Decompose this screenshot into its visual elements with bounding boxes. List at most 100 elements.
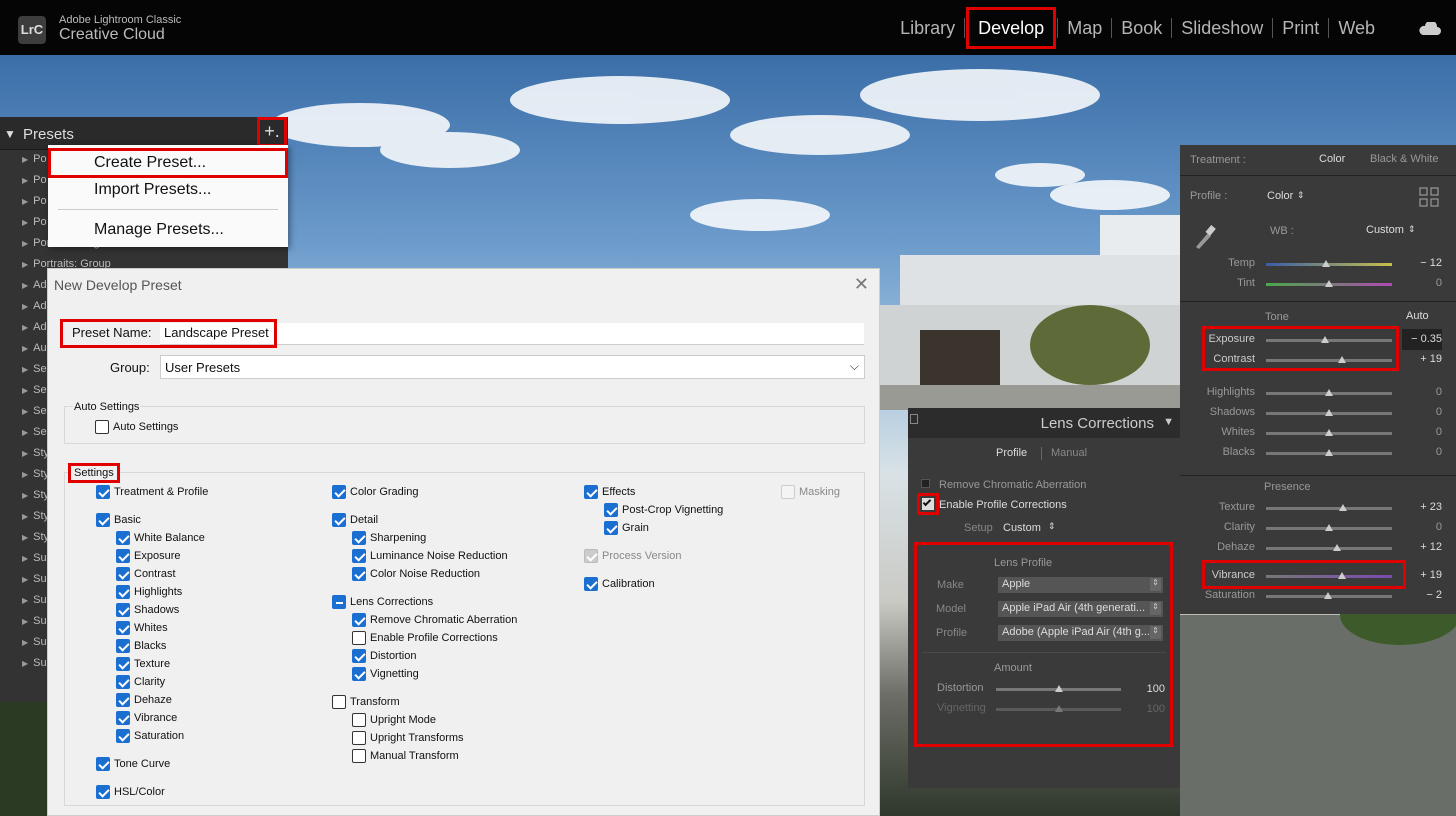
expand-triangle-icon[interactable]: ▶	[22, 197, 28, 206]
module-slideshow[interactable]: Slideshow	[1172, 10, 1272, 46]
slider-thumb[interactable]	[1322, 260, 1331, 267]
slider-thumb[interactable]	[1337, 356, 1346, 363]
expand-triangle-icon[interactable]: ▶	[22, 176, 28, 185]
checkbox-hsl-color[interactable]: HSL/Color	[96, 785, 165, 799]
checkbox-post-crop-vignetting[interactable]: Post-Crop Vignetting	[604, 503, 723, 517]
exposure-slider[interactable]	[1266, 336, 1392, 343]
contrast-slider[interactable]	[1266, 356, 1392, 363]
checkbox-white-balance[interactable]: White Balance	[116, 531, 205, 545]
slider-thumb[interactable]	[1325, 429, 1333, 436]
slider-thumb[interactable]	[1337, 572, 1346, 579]
slider-thumb[interactable]	[1054, 685, 1063, 692]
slider-thumb[interactable]	[1325, 280, 1333, 287]
slider-thumb[interactable]	[1325, 409, 1333, 416]
blacks-slider[interactable]	[1266, 449, 1392, 456]
checkbox-transform[interactable]: Transform	[332, 695, 400, 709]
module-web[interactable]: Web	[1329, 10, 1384, 46]
checkbox-remove-chromatic-aberration[interactable]: Remove Chromatic Aberration	[352, 613, 517, 627]
expand-triangle-icon[interactable]: ▶	[22, 428, 28, 437]
wb-value[interactable]: Custom	[1366, 224, 1404, 236]
slider-thumb[interactable]	[1325, 524, 1333, 531]
temp-slider[interactable]	[1266, 260, 1392, 267]
enable-profile-checkbox[interactable]	[917, 493, 939, 515]
module-book[interactable]: Book	[1112, 10, 1171, 46]
dehaze-value[interactable]: + 12	[1402, 541, 1442, 553]
setup-value[interactable]: Custom	[1003, 522, 1041, 534]
panel-toggle-icon[interactable]	[910, 414, 918, 424]
tab-manual[interactable]: Manual	[1051, 447, 1087, 459]
checkbox-upright-transforms[interactable]: Upright Transforms	[352, 731, 464, 745]
expand-triangle-icon[interactable]: ▶	[22, 386, 28, 395]
preset-group-item[interactable]: ▶ Sty	[22, 468, 49, 480]
module-develop[interactable]: Develop	[966, 7, 1057, 49]
highlights-slider[interactable]	[1266, 389, 1392, 396]
dehaze-slider[interactable]	[1266, 544, 1392, 551]
model-select[interactable]: Apple iPad Air (4th generati... ⇕	[998, 601, 1163, 617]
updown-icon[interactable]: ⇕	[1297, 190, 1305, 201]
temp-value[interactable]: − 12	[1402, 257, 1442, 269]
expand-triangle-icon[interactable]: ▶	[22, 302, 28, 311]
preset-group-item[interactable]: ▶ Se	[22, 384, 47, 396]
vibrance-slider[interactable]	[1266, 572, 1392, 579]
treatment-bw-option[interactable]: Black & White	[1370, 153, 1438, 165]
checkbox-color-grading[interactable]: Color Grading	[332, 485, 418, 499]
checkbox-vignetting[interactable]: Vignetting	[352, 667, 419, 681]
checkbox-sharpening[interactable]: Sharpening	[352, 531, 426, 545]
expand-triangle-icon[interactable]: ▶	[22, 491, 28, 500]
preset-group-item[interactable]: ▶ Su	[22, 615, 47, 627]
updown-icon[interactable]: ⇕	[1048, 521, 1056, 532]
checkbox-treatment-profile[interactable]: Treatment & Profile	[96, 485, 208, 499]
expand-triangle-icon[interactable]: ▶	[22, 659, 28, 668]
expand-triangle-icon[interactable]: ▶	[22, 323, 28, 332]
slider-thumb[interactable]	[1325, 389, 1333, 396]
preset-group-item[interactable]: ▶ Sty	[22, 447, 49, 459]
clarity-slider[interactable]	[1266, 524, 1392, 531]
profile-select[interactable]: Adobe (Apple iPad Air (4th g... ⇕	[998, 625, 1163, 641]
auto-settings-checkbox[interactable]: Auto Settings	[95, 420, 178, 434]
expand-triangle-icon[interactable]: ▶	[22, 407, 28, 416]
checkbox-grain[interactable]: Grain	[604, 521, 649, 535]
preset-group-item[interactable]: ▶ Po	[22, 153, 47, 165]
expand-triangle-icon[interactable]: ▶	[22, 512, 28, 521]
remove-ca-checkbox[interactable]	[921, 479, 930, 488]
whites-value[interactable]: 0	[1402, 426, 1442, 438]
expand-triangle-icon[interactable]: ▶	[22, 617, 28, 626]
expand-triangle-icon[interactable]: ▶	[22, 575, 28, 584]
slider-thumb[interactable]	[1332, 544, 1341, 551]
expand-triangle-icon[interactable]: ▶	[22, 533, 28, 542]
preset-group-item[interactable]: ▶ Po	[22, 216, 47, 228]
saturation-slider[interactable]	[1266, 592, 1392, 599]
preset-group-item[interactable]: ▶ Po	[22, 174, 47, 186]
auto-tone-button[interactable]: Auto	[1406, 310, 1429, 322]
expand-triangle-icon[interactable]: ▶	[22, 449, 28, 458]
preset-group-item[interactable]: ▶ Su	[22, 636, 47, 648]
slider-thumb[interactable]	[1323, 592, 1332, 599]
preset-group-item[interactable]: ▶ Se	[22, 405, 47, 417]
texture-value[interactable]: + 23	[1402, 501, 1442, 513]
make-select[interactable]: Apple ⇕	[998, 577, 1163, 593]
checkbox-blacks[interactable]: Blacks	[116, 639, 166, 653]
import-presets-menu-item[interactable]: Import Presets...	[48, 176, 288, 204]
expand-triangle-icon[interactable]: ▶	[22, 260, 28, 269]
whites-slider[interactable]	[1266, 429, 1392, 436]
profile-grid-icon[interactable]	[1419, 187, 1439, 207]
group-select[interactable]: User Presets ⌵	[160, 355, 865, 379]
checkbox-effects[interactable]: Effects	[584, 485, 635, 499]
checkbox-color-noise-reduction[interactable]: Color Noise Reduction	[352, 567, 480, 581]
preset-group-item[interactable]: ▶ Ad	[22, 321, 47, 333]
expand-triangle-icon[interactable]: ▶	[22, 470, 28, 479]
checkbox-texture[interactable]: Texture	[116, 657, 170, 671]
checkbox-calibration[interactable]: Calibration	[584, 577, 655, 591]
checkbox-dehaze[interactable]: Dehaze	[116, 693, 172, 707]
preset-group-item[interactable]: ▶ Sty	[22, 531, 49, 543]
preset-group-item[interactable]: ▶ Sty	[22, 510, 49, 522]
preset-group-item[interactable]: ▶ Ad	[22, 279, 47, 291]
eyedropper-icon[interactable]	[1192, 221, 1218, 251]
close-icon[interactable]: ✕	[854, 274, 869, 295]
checkbox-upright-mode[interactable]: Upright Mode	[352, 713, 436, 727]
module-library[interactable]: Library	[891, 10, 964, 46]
expand-triangle-icon[interactable]: ▶	[22, 281, 28, 290]
saturation-value[interactable]: − 2	[1402, 589, 1442, 601]
checkbox-enable-profile-corrections[interactable]: Enable Profile Corrections	[352, 631, 498, 645]
preset-group-item[interactable]: ▶ Se	[22, 426, 47, 438]
